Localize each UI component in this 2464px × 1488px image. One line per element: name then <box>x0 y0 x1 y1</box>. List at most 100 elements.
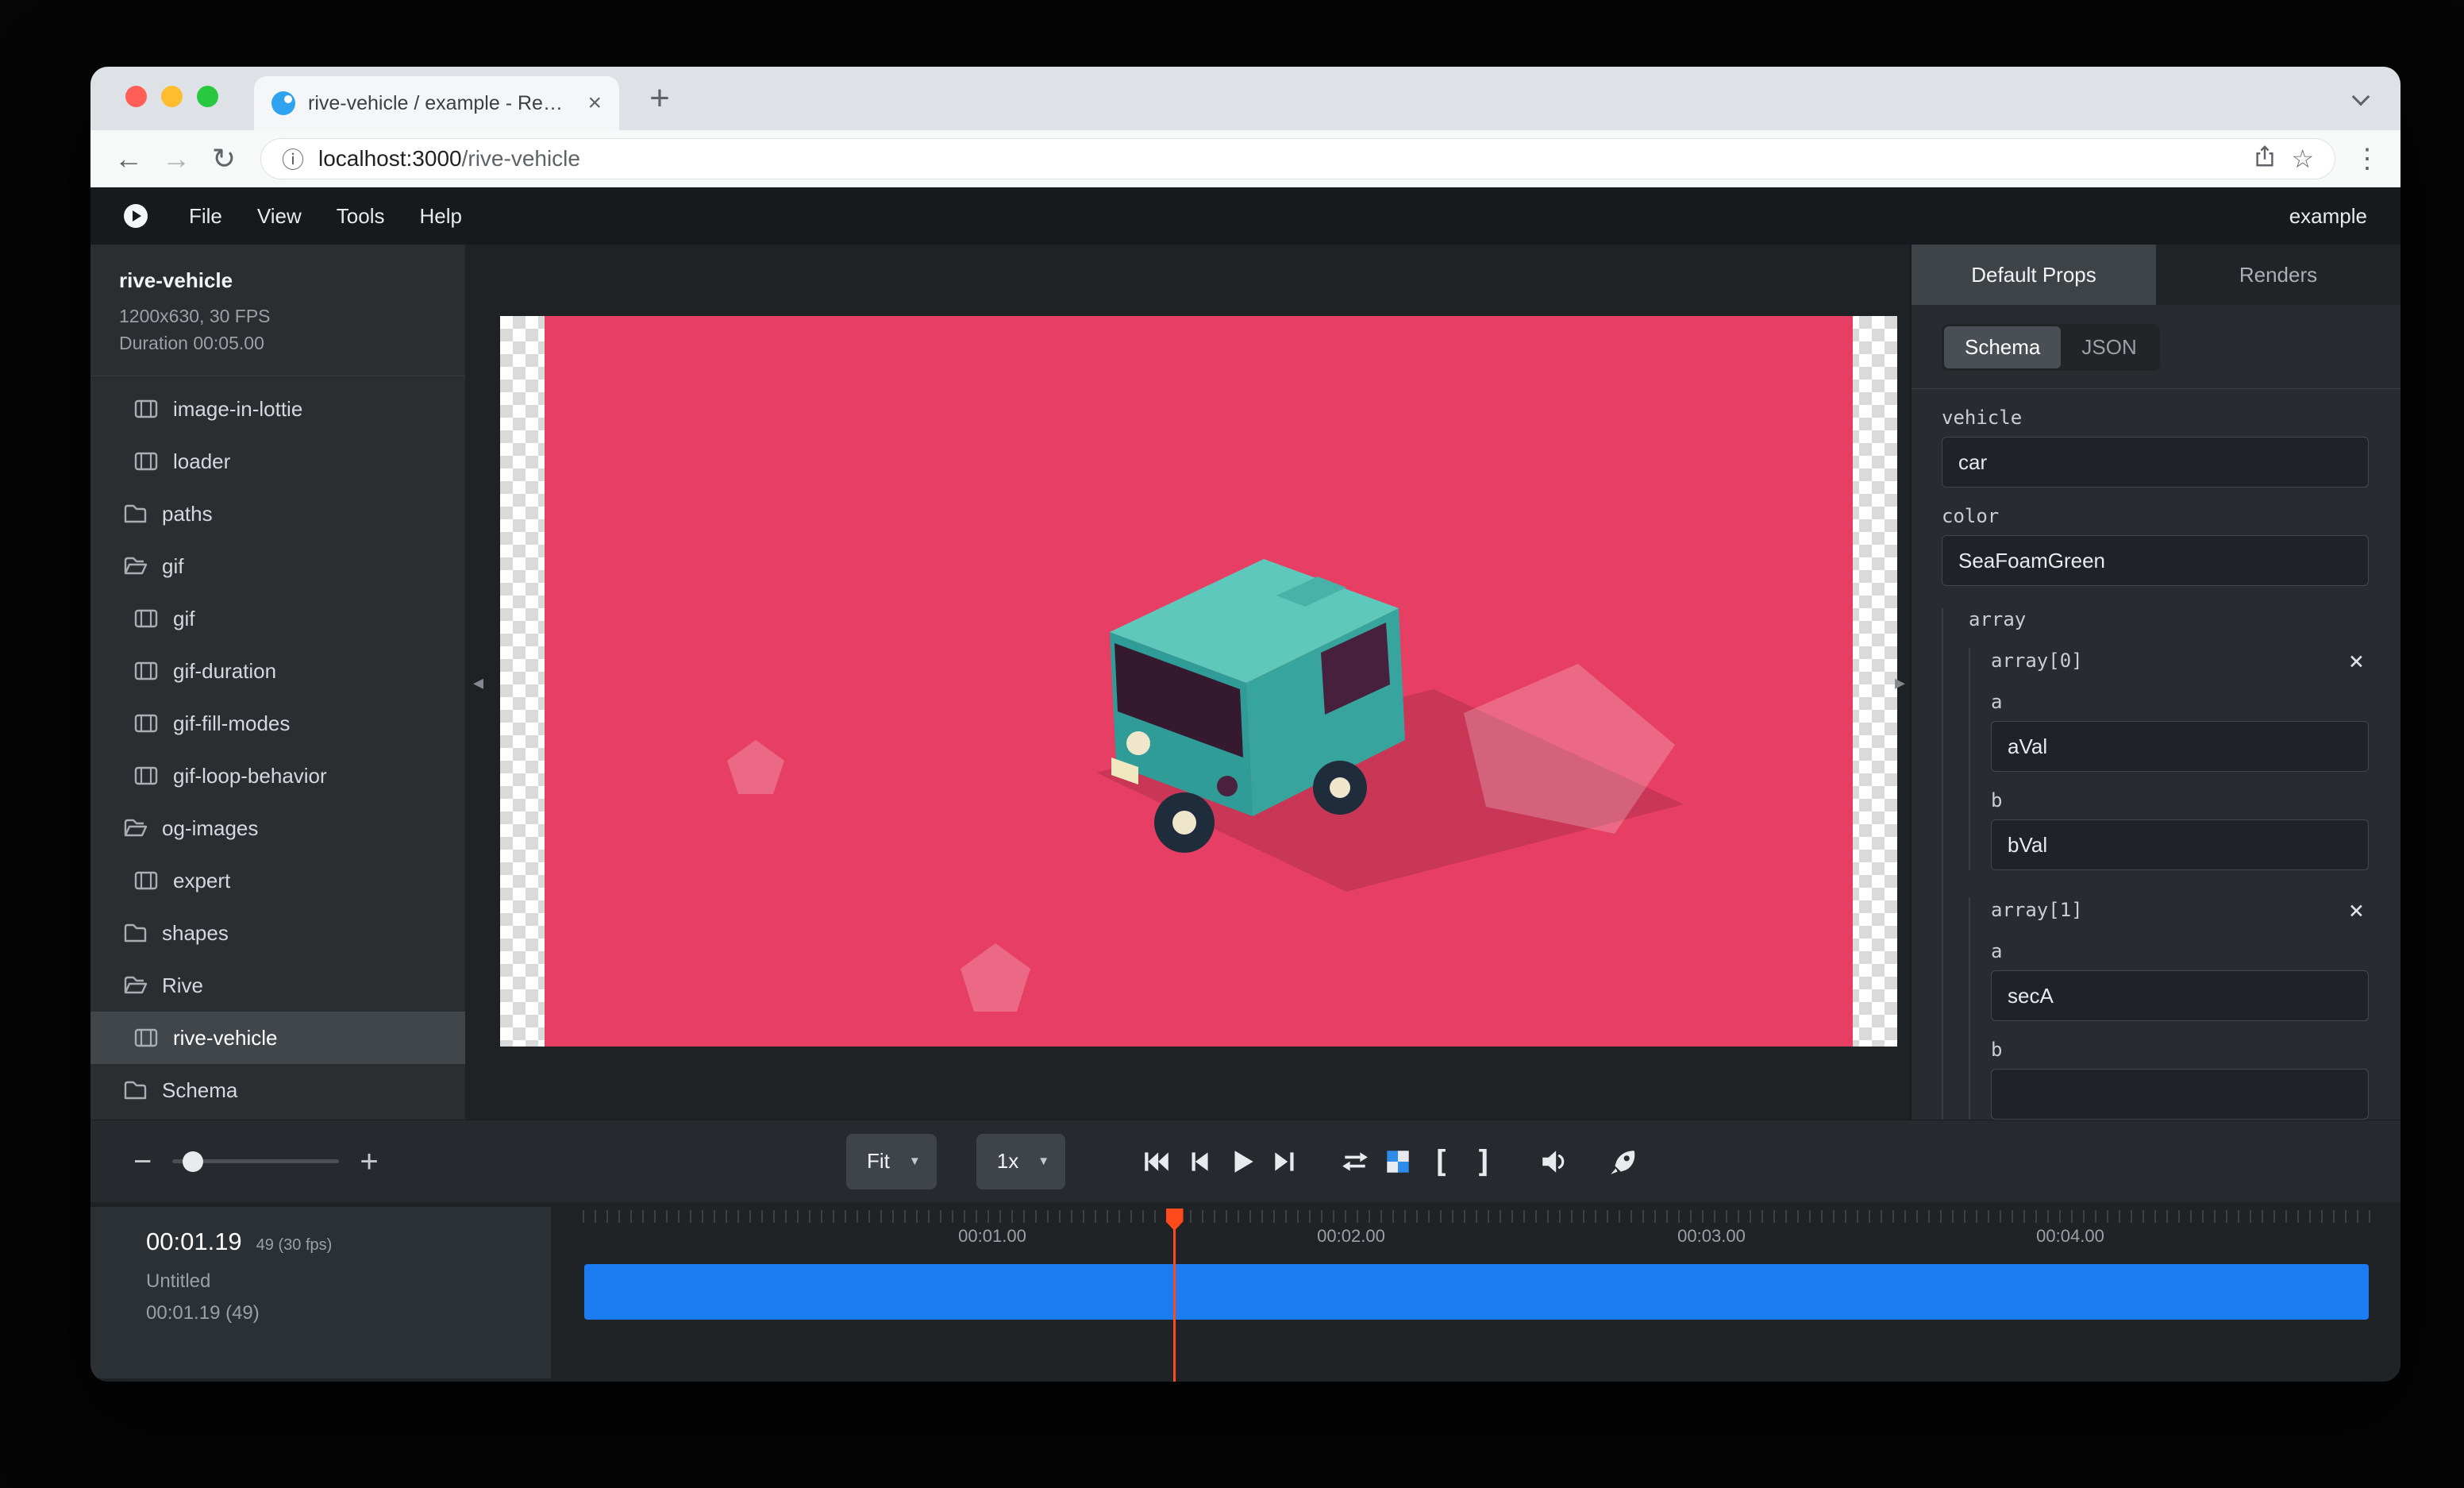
playback-controls: Fit ▼ 1x ▼ <box>846 1120 1645 1202</box>
animation-duration: Duration 00:05.00 <box>119 330 437 357</box>
array-1-a-input[interactable] <box>1991 970 2369 1021</box>
forward-button[interactable]: → <box>154 142 198 175</box>
film-icon <box>133 711 159 736</box>
timeline: 00:01.19 49 (30 fps) Untitled 00:01.19 (… <box>90 1202 2400 1382</box>
tab-renders[interactable]: Renders <box>2156 245 2400 305</box>
transparency-toggle-button[interactable] <box>1376 1140 1419 1183</box>
remove-array-0-button[interactable]: × <box>2349 648 2369 673</box>
browser-window: rive-vehicle / example - Remot × + ← → ↻… <box>90 67 2400 1382</box>
tab-default-props[interactable]: Default Props <box>1912 245 2156 305</box>
browser-toolbar: ← → ↻ ⓘ localhost:3000/rive-vehicle ☆ ⋮ <box>90 130 2400 187</box>
a-label: a <box>1991 940 2369 962</box>
close-window-button[interactable] <box>125 86 147 107</box>
properties-panel: Default Props Renders Schema JSON vehicl… <box>1910 245 2400 1120</box>
site-info-icon[interactable]: ⓘ <box>282 143 304 175</box>
sidebar-item-rive-folder[interactable]: Rive <box>90 959 465 1012</box>
zoom-slider-knob[interactable] <box>183 1151 203 1172</box>
tick-label: 00:02.00 <box>1317 1226 1385 1247</box>
sidebar-item-schema[interactable]: Schema <box>90 1064 465 1116</box>
sidebar-item-loader[interactable]: loader <box>90 435 465 488</box>
array-1-b-input[interactable] <box>1991 1069 2369 1120</box>
remove-array-1-button[interactable]: × <box>2349 897 2369 923</box>
skip-to-start-button[interactable] <box>1135 1140 1178 1183</box>
schema-json-toggle-row: Schema JSON <box>1912 305 2400 389</box>
array-1-label: array[1] <box>1991 899 2083 921</box>
sidebar-item-gif-fill-modes[interactable]: gif-fill-modes <box>90 697 465 750</box>
collapse-panel-handle[interactable]: ▸ <box>1895 672 1905 692</box>
sidebar-item-gif-folder[interactable]: gif <box>90 540 465 592</box>
loop-toggle-button[interactable] <box>1334 1140 1376 1183</box>
folder-icon <box>122 1077 148 1103</box>
vehicle-input[interactable] <box>1942 437 2369 488</box>
field-array-1-a: a <box>1991 940 2369 1021</box>
frame-info: 49 (30 fps) <box>256 1236 333 1255</box>
bookmark-star-icon[interactable]: ☆ <box>2291 144 2314 174</box>
folder-icon <box>122 501 148 526</box>
menu-tools[interactable]: Tools <box>319 204 402 229</box>
sidebar-header: rive-vehicle 1200x630, 30 FPS Duration 0… <box>90 245 465 376</box>
minimize-window-button[interactable] <box>161 86 183 107</box>
chevron-down-icon[interactable] <box>2352 88 2370 106</box>
sidebar-item-rive-vehicle[interactable]: rive-vehicle <box>90 1012 465 1064</box>
browser-menu-icon[interactable]: ⋮ <box>2350 143 2385 175</box>
animation-title: rive-vehicle <box>119 268 437 293</box>
film-icon <box>133 606 159 631</box>
subtab-schema[interactable]: Schema <box>1944 326 2061 368</box>
new-tab-button[interactable]: + <box>640 79 680 119</box>
timeline-track-bar[interactable] <box>584 1264 2369 1320</box>
artboard-background <box>545 316 1853 1047</box>
menu-view[interactable]: View <box>240 204 319 229</box>
subtab-json[interactable]: JSON <box>2061 326 2157 368</box>
sidebar-item-shapes[interactable]: shapes <box>90 907 465 959</box>
set-out-point-button[interactable]: ] <box>1462 1140 1505 1183</box>
share-icon[interactable] <box>2253 145 2277 172</box>
address-bar[interactable]: ⓘ localhost:3000/rive-vehicle ☆ <box>260 138 2335 179</box>
color-input[interactable] <box>1942 535 2369 586</box>
fullscreen-window-button[interactable] <box>197 86 218 107</box>
ruler-ticks <box>583 1210 2377 1223</box>
fit-dropdown[interactable]: Fit ▼ <box>846 1134 937 1189</box>
zoom-in-button[interactable]: + <box>360 1146 378 1178</box>
array-0-b-input[interactable] <box>1991 819 2369 870</box>
url-text: localhost:3000/rive-vehicle <box>318 146 2239 172</box>
sidebar-item-gif-loop-behavior[interactable]: gif-loop-behavior <box>90 750 465 802</box>
collapse-sidebar-handle[interactable]: ◂ <box>473 672 483 692</box>
sidebar-item-image-in-lottie[interactable]: image-in-lottie <box>90 383 465 435</box>
panel-tabs: Default Props Renders <box>1912 245 2400 305</box>
menu-help[interactable]: Help <box>402 204 479 229</box>
sidebar-item-gif-duration[interactable]: gif-duration <box>90 645 465 697</box>
sidebar-item-gif[interactable]: gif <box>90 592 465 645</box>
timeline-info: 00:01.19 49 (30 fps) Untitled 00:01.19 (… <box>90 1207 551 1378</box>
folder-icon <box>122 920 148 946</box>
color-label: color <box>1942 505 2369 527</box>
array-0-a-input[interactable] <box>1991 721 2369 772</box>
field-array-1-b: b <box>1991 1039 2369 1120</box>
previous-frame-button[interactable] <box>1178 1140 1221 1183</box>
vehicle-label: vehicle <box>1942 407 2369 429</box>
sidebar-item-expert[interactable]: expert <box>90 854 465 907</box>
schema-json-toggle: Schema JSON <box>1942 324 2160 371</box>
film-icon <box>133 1025 159 1050</box>
back-button[interactable]: ← <box>106 142 151 175</box>
skip-to-end-button[interactable] <box>1264 1140 1307 1183</box>
timeline-ruler[interactable]: 00:01.00 00:02.00 00:03.00 00:04.00 <box>583 1207 2377 1255</box>
set-in-point-button[interactable]: [ <box>1419 1140 1462 1183</box>
volume-button[interactable] <box>1532 1140 1575 1183</box>
sidebar-item-paths[interactable]: paths <box>90 488 465 540</box>
reload-button[interactable]: ↻ <box>202 142 246 175</box>
library-sidebar: rive-vehicle 1200x630, 30 FPS Duration 0… <box>90 245 465 1120</box>
film-icon <box>133 449 159 474</box>
current-time: 00:01.19 <box>146 1228 242 1256</box>
sidebar-list: image-in-lottie loader paths gif gif gif… <box>90 376 465 1120</box>
chevron-down-icon: ▼ <box>1038 1155 1049 1168</box>
rocket-button[interactable] <box>1602 1140 1645 1183</box>
tab-close-icon[interactable]: × <box>587 91 602 115</box>
zoom-out-button[interactable]: − <box>133 1146 152 1178</box>
speed-dropdown[interactable]: 1x ▼ <box>976 1134 1065 1189</box>
browser-tab[interactable]: rive-vehicle / example - Remot × <box>254 76 619 130</box>
menu-file[interactable]: File <box>171 204 240 229</box>
play-button[interactable] <box>1221 1140 1264 1183</box>
playhead[interactable] <box>1173 1209 1176 1382</box>
zoom-slider[interactable] <box>172 1159 339 1163</box>
sidebar-item-og-images[interactable]: og-images <box>90 802 465 854</box>
